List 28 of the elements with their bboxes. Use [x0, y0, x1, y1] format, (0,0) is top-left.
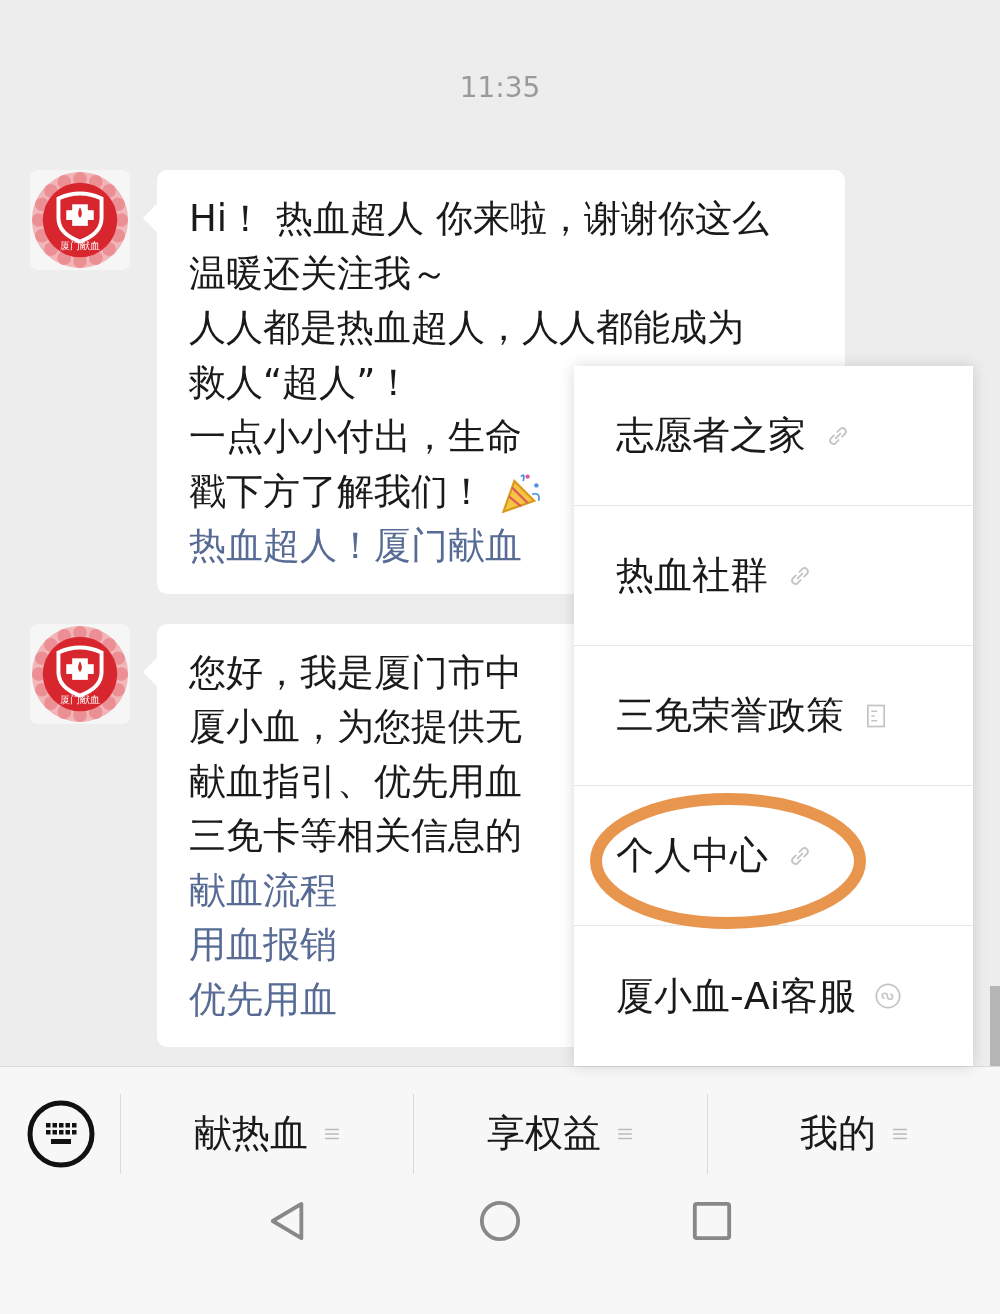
menu-item[interactable]: 厦小血-Ai客服: [574, 926, 973, 1066]
message-text: 三免卡等相关信息的: [189, 813, 522, 859]
message-link[interactable]: 用血报销: [189, 918, 337, 973]
menu-item[interactable]: 三免荣誉政策: [574, 646, 973, 786]
message-text: 献血指引、优先用血: [189, 758, 522, 805]
message-text: 人人都是热血超人，人人都能成为: [189, 305, 744, 351]
timestamp: 11:35: [458, 70, 542, 106]
menu-tab[interactable]: 献热血: [121, 1067, 414, 1200]
menu-tab[interactable]: 享权益: [414, 1067, 707, 1200]
message-link[interactable]: 献血流程: [189, 863, 337, 918]
menu-tab[interactable]: 我的: [707, 1067, 1000, 1200]
message-text: 戳下方了解我们！: [189, 468, 485, 515]
home-icon[interactable]: [479, 1200, 521, 1242]
menu-item[interactable]: 志愿者之家: [574, 366, 973, 506]
message-link[interactable]: 优先用血: [189, 972, 337, 1027]
message-text: 一点小小付出，生命: [189, 414, 522, 460]
message-link[interactable]: 热血超人！厦门献血: [189, 519, 522, 574]
message-text: 救人“超人”！: [189, 359, 413, 406]
menu-item[interactable]: 个人中心: [574, 786, 973, 926]
keyboard-icon[interactable]: [26, 1098, 96, 1169]
message-text: 温暖还关注我～: [189, 250, 448, 297]
menu-item[interactable]: 热血社群: [574, 506, 973, 646]
scrollbar[interactable]: [990, 986, 1000, 1066]
message-text: 厦小血，为您提供无: [189, 704, 522, 750]
message-text: Hi！ 热血超人 你来啦，谢谢你这么: [189, 196, 769, 242]
recent-apps-icon[interactable]: [691, 1200, 733, 1242]
mini-program-icon: [874, 982, 903, 1010]
message-text: 您好，我是厦门市中: [189, 649, 522, 696]
